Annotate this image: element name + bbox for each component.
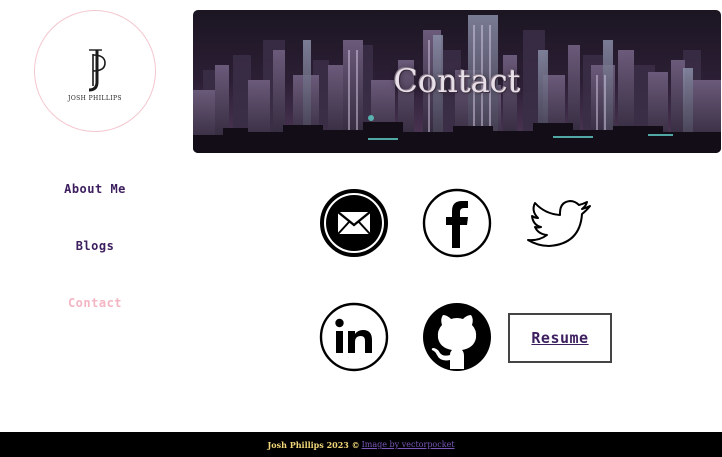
linkedin-icon: [319, 302, 389, 372]
github-link[interactable]: [422, 302, 492, 372]
facebook-link[interactable]: [422, 188, 492, 258]
logo: JOSH PHILLIPS: [34, 10, 156, 132]
page-title: Contact: [393, 62, 521, 100]
facebook-icon: [422, 188, 492, 258]
jp-monogram-icon: [88, 49, 106, 92]
image-credit-link[interactable]: Image by vectorpocket: [362, 440, 455, 449]
nav-item-about-me[interactable]: About Me: [0, 182, 190, 196]
twitter-link[interactable]: [525, 188, 595, 258]
email-icon: [320, 189, 388, 257]
logo-text: JOSH PHILLIPS: [68, 95, 122, 102]
footer: Josh Phillips 2023 © Image by vectorpock…: [0, 432, 722, 457]
resume-button[interactable]: Resume: [508, 313, 612, 363]
hero-banner: Contact: [193, 10, 721, 153]
github-icon: [423, 303, 491, 371]
twitter-icon: [527, 200, 591, 247]
footer-copyright: Josh Phillips 2023 ©: [267, 439, 360, 450]
nav-item-blogs[interactable]: Blogs: [0, 239, 190, 253]
nav-item-contact[interactable]: Contact: [0, 296, 190, 310]
linkedin-link[interactable]: [319, 302, 389, 372]
email-link[interactable]: [319, 188, 389, 258]
